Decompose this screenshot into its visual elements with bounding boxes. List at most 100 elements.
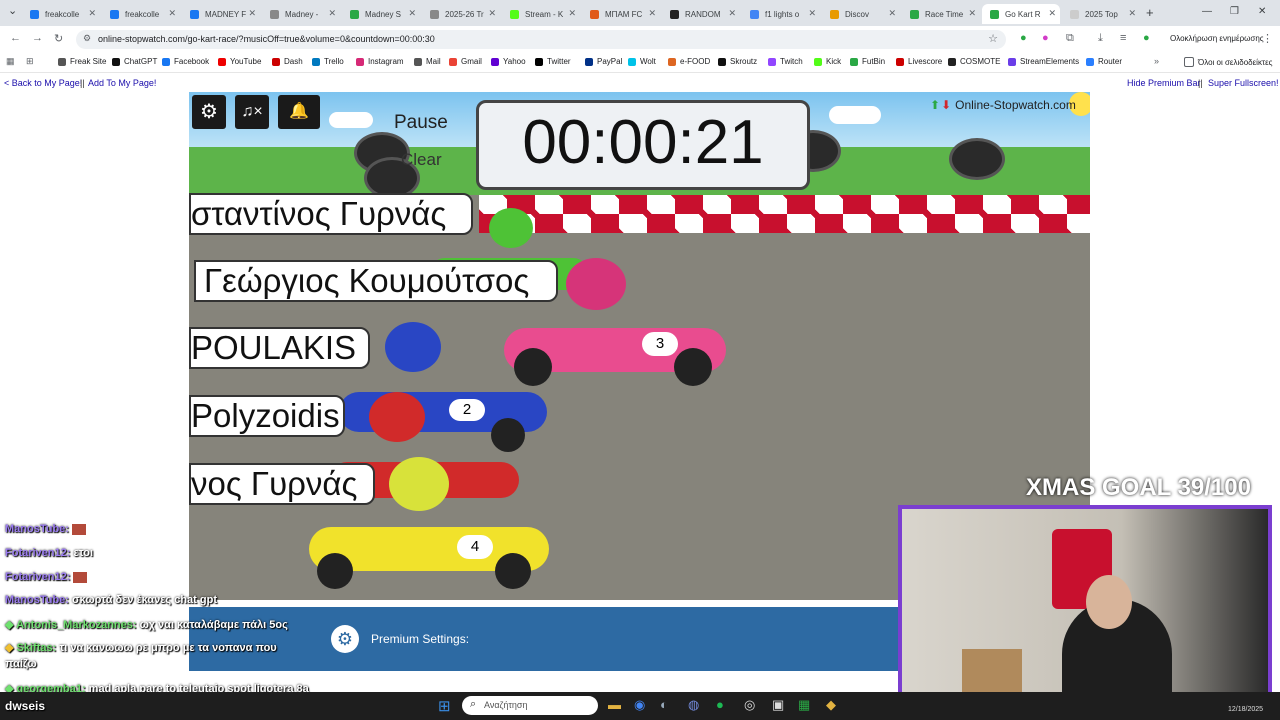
windows-start-icon[interactable]: ⊞ — [438, 697, 451, 715]
forward-icon[interactable]: → — [32, 32, 43, 44]
close-tab-icon[interactable]: ✕ — [648, 8, 656, 19]
discord-icon[interactable]: ◍ — [688, 697, 699, 713]
close-tab-icon[interactable]: ✕ — [408, 8, 416, 19]
back-icon[interactable]: ← — [10, 32, 21, 44]
back-to-my-page-link[interactable]: < Back to My Page! — [4, 78, 82, 88]
bookmark-chatgpt[interactable]: ChatGPT — [112, 57, 157, 66]
close-tab-icon[interactable]: ✕ — [968, 8, 976, 19]
extension-icon[interactable]: ● — [1042, 32, 1049, 44]
bookmark-freak-site[interactable]: Freak Site — [58, 57, 106, 66]
bookmark-skroutz[interactable]: Skroutz — [718, 57, 757, 66]
browser-tab[interactable]: 2025 Top ✕ — [1062, 4, 1140, 24]
browser-tab[interactable]: 2025-26 Tr ✕ — [422, 4, 500, 24]
bookmark-youtube[interactable]: YouTube — [218, 57, 261, 66]
bookmark-paypal[interactable]: PayPal — [585, 57, 622, 66]
browser-tab[interactable]: RANDOM ✕ — [662, 4, 740, 24]
bookmark-cosmote[interactable]: COSMOTE — [948, 57, 1000, 66]
super-fullscreen-link[interactable]: Super Fullscreen! — [1208, 78, 1279, 88]
pause-button[interactable]: Pause — [394, 112, 448, 134]
menu-icon[interactable]: ⋮ — [1262, 32, 1273, 45]
hide-premium-bar-link[interactable]: Hide Premium Bar — [1127, 78, 1201, 88]
chrome-icon[interactable]: ◉ — [634, 697, 645, 713]
update-button[interactable]: Ολοκλήρωση ενημέρωσης — [1170, 34, 1264, 43]
app-icon[interactable]: ◆ — [826, 697, 836, 713]
browser-tab[interactable]: Stream - K ✕ — [502, 4, 580, 24]
close-tab-icon[interactable]: ✕ — [248, 8, 256, 19]
media-icon[interactable]: ≡ — [1120, 32, 1126, 44]
premium-settings-gear-icon[interactable]: ⚙ — [331, 625, 359, 653]
sound-icon[interactable]: 🔔 — [278, 95, 320, 129]
close-tab-icon[interactable]: ✕ — [1128, 8, 1136, 19]
obs-icon[interactable]: ◎ — [744, 697, 755, 713]
add-to-my-page-link[interactable]: Add To My Page! — [88, 78, 156, 88]
reload-icon[interactable]: ↻ — [54, 32, 63, 45]
bookmark-mail[interactable]: Mail — [414, 57, 441, 66]
tab-search-icon[interactable]: ⌄ — [8, 4, 17, 17]
site-info-icon[interactable]: ⚙ — [83, 33, 91, 44]
bookmark-yahoo[interactable]: Yahoo — [491, 57, 526, 66]
bookmark-dash[interactable]: Dash — [272, 57, 303, 66]
app-icon[interactable]: ▣ — [772, 697, 784, 713]
steam-icon[interactable]: ◐ — [660, 697, 668, 712]
close-tab-icon[interactable]: ✕ — [808, 8, 816, 19]
spotify-icon[interactable]: ● — [716, 697, 724, 712]
bookmark-favicon-icon — [272, 57, 280, 66]
bookmark-label: Twitter — [547, 57, 571, 66]
tab-favicon-icon — [670, 9, 679, 19]
new-tab-icon[interactable]: + — [1146, 5, 1154, 20]
extensions-puzzle-icon[interactable]: ⧉ — [1066, 32, 1074, 45]
taskbar-search[interactable]: ⌕ Αναζήτηση — [462, 696, 598, 715]
more-bookmarks-icon[interactable]: » — [1154, 56, 1159, 66]
settings-gear-icon[interactable]: ⚙ — [192, 95, 226, 129]
close-tab-icon[interactable]: ✕ — [88, 8, 96, 19]
all-bookmarks-folder[interactable]: Όλοι οι σελιδοδείκτες — [1184, 57, 1273, 67]
close-tab-icon[interactable]: ✕ — [328, 8, 336, 19]
bookmark-e-food[interactable]: e-FOOD — [668, 57, 710, 66]
browser-tab[interactable]: MADNEY F ✕ — [182, 4, 260, 24]
browser-tab[interactable]: Discov ✕ — [822, 4, 900, 24]
address-bar[interactable]: ⚙ online-stopwatch.com/go-kart-race/?mus… — [76, 30, 1006, 49]
bookmark-livescore[interactable]: Livescore — [896, 57, 942, 66]
browser-tab[interactable]: Madney S ✕ — [342, 4, 420, 24]
browser-tab[interactable]: Madney - ✕ — [262, 4, 340, 24]
bookmark-facebook[interactable]: Facebook — [162, 57, 209, 66]
bookmark-twitch[interactable]: Twitch — [768, 57, 803, 66]
download-icon[interactable]: ⤓ — [1098, 32, 1103, 45]
file-explorer-icon[interactable]: ▬ — [608, 697, 621, 712]
bookmark-gmail[interactable]: Gmail — [449, 57, 482, 66]
bookmark-twitter[interactable]: Twitter — [535, 57, 571, 66]
bookmark-trello[interactable]: Trello — [312, 57, 344, 66]
bookmark-router[interactable]: Router — [1086, 57, 1122, 66]
browser-tab[interactable]: freakcolle ✕ — [22, 4, 100, 24]
excel-icon[interactable]: ▦ — [798, 697, 810, 713]
close-tab-icon[interactable]: ✕ — [728, 8, 736, 19]
browser-tab[interactable]: freakcolle ✕ — [102, 4, 180, 24]
minimize-icon[interactable]: — — [1202, 6, 1212, 17]
close-tab-icon[interactable]: ✕ — [568, 8, 576, 19]
browser-tab[interactable]: Race Time ✕ — [902, 4, 980, 24]
extension-icon[interactable]: ● — [1020, 32, 1027, 44]
tab-favicon-icon — [110, 9, 119, 19]
bookmark-wolt[interactable]: Wolt — [628, 57, 656, 66]
apps-icon[interactable]: ▦ — [6, 56, 15, 67]
bookmark-instagram[interactable]: Instagram — [356, 57, 404, 66]
bookmark-futbin[interactable]: FutBin — [850, 57, 885, 66]
profile-avatar[interactable]: ● — [1143, 32, 1150, 44]
close-window-icon[interactable]: ✕ — [1258, 6, 1266, 17]
close-tab-icon[interactable]: ✕ — [1048, 8, 1056, 19]
browser-tab[interactable]: ΜΠΑΜ FC ✕ — [582, 4, 660, 24]
browser-tab[interactable]: f1 lights o ✕ — [742, 4, 820, 24]
music-off-icon[interactable]: ♫× — [235, 95, 269, 129]
clear-button[interactable]: Clear — [401, 150, 442, 170]
maximize-icon[interactable]: ❐ — [1230, 6, 1239, 17]
tab-favicon-icon — [750, 9, 759, 19]
close-tab-icon[interactable]: ✕ — [488, 8, 496, 19]
browser-tab[interactable]: Go Kart R ✕ — [982, 4, 1060, 24]
bookmark-star-icon[interactable]: ☆ — [988, 32, 998, 45]
bookmark-kick[interactable]: Kick — [814, 57, 841, 66]
online-stopwatch-logo[interactable]: ⬆ ⬇ Online-Stopwatch.com — [930, 98, 1076, 112]
close-tab-icon[interactable]: ✕ — [888, 8, 896, 19]
grid-icon[interactable]: ⊞ — [26, 56, 34, 67]
bookmark-streamelements[interactable]: StreamElements — [1008, 57, 1079, 66]
close-tab-icon[interactable]: ✕ — [168, 8, 176, 19]
